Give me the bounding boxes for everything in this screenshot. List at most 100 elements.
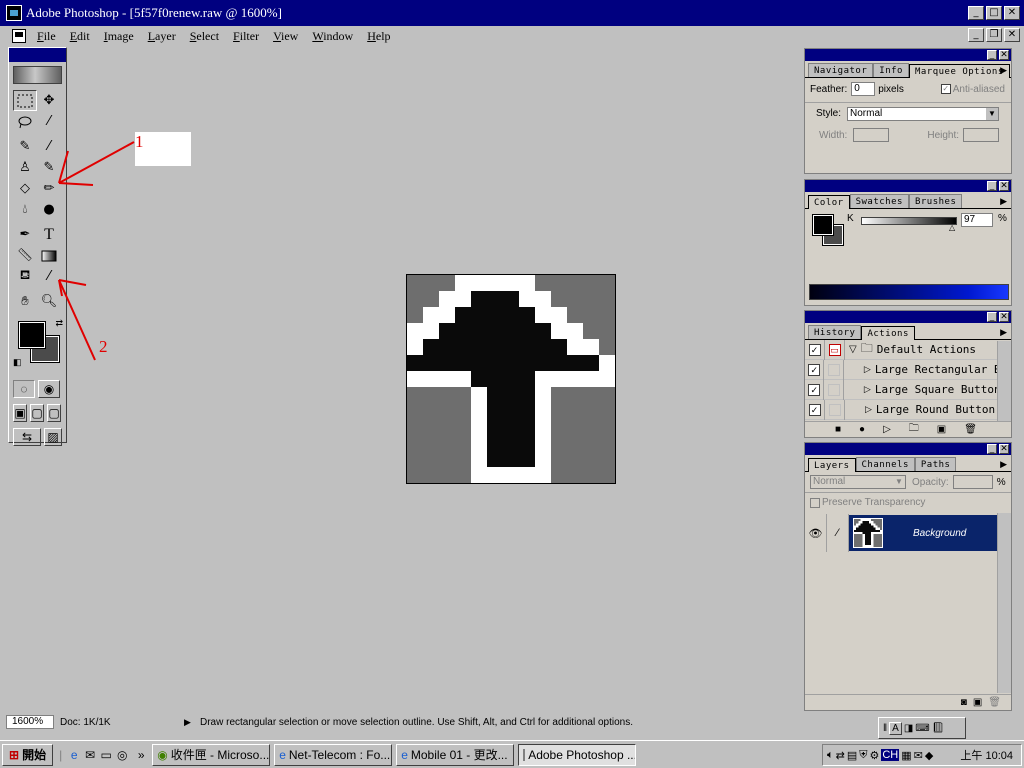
height-input[interactable] — [963, 128, 1000, 142]
monitor-icon[interactable]: ▤ — [847, 749, 857, 762]
record-icon[interactable]: ● — [859, 424, 865, 435]
menu-window[interactable]: Window — [305, 29, 360, 44]
menu-filter[interactable]: Filter — [226, 29, 266, 44]
palette-close-button[interactable]: ✕ — [999, 50, 1009, 60]
palette-minimize-button[interactable]: _ — [987, 50, 997, 60]
collapse-triangle-icon[interactable]: ▷ — [865, 404, 872, 415]
blend-mode-select[interactable]: Normal ▼ — [810, 475, 906, 489]
delete-layer-icon[interactable]: 🗑︎ — [988, 697, 1001, 708]
history-brush-icon[interactable]: ✎ — [37, 157, 61, 178]
palette-title-bar[interactable]: _ ✕ — [805, 311, 1011, 323]
tab-history[interactable]: History — [808, 325, 862, 339]
k-value-input[interactable]: 97 — [961, 213, 993, 227]
palette-menu-arrow-icon[interactable]: ▶ — [1000, 65, 1007, 76]
slider-handle-icon[interactable]: △ — [949, 223, 955, 232]
task-mobile01[interactable]: e Mobile 01 - 更改... — [396, 743, 515, 766]
tab-swatches[interactable]: Swatches — [849, 194, 909, 208]
antivirus-icon[interactable]: ⛨ — [859, 749, 867, 762]
gem-icon[interactable]: ◆ — [925, 749, 933, 762]
menu-select[interactable]: Select — [183, 29, 226, 44]
anti-aliased-checkbox[interactable]: ✓ — [940, 84, 951, 94]
adobe-eye-logo[interactable] — [13, 66, 62, 84]
menu-layer[interactable]: Layer — [141, 29, 183, 44]
new-layer-icon[interactable]: ▣ — [973, 697, 982, 708]
stop-icon[interactable]: ■ — [835, 424, 841, 435]
imageready-icon[interactable]: ▨ — [44, 428, 62, 446]
burn-icon[interactable]: ● — [37, 199, 61, 220]
action-toggle-checkbox[interactable]: ✓ — [808, 403, 821, 416]
preserve-transparency-checkbox[interactable] — [810, 497, 820, 508]
jump-to-imageready-icon[interactable]: ⇆ — [13, 428, 41, 446]
ime-icon[interactable]: ▦ — [901, 749, 911, 762]
screen-mode-full-icon[interactable]: ▢ — [47, 404, 61, 422]
color-fg-swatch[interactable] — [812, 214, 834, 236]
action-set-row[interactable]: ✓ ▭ ▽ 🗀︎ Default Actions — [805, 339, 997, 360]
palette-title-bar[interactable]: _ ✕ — [805, 180, 1011, 192]
k-slider-track[interactable] — [861, 217, 957, 225]
zoom-icon[interactable]: 🔍︎ — [37, 291, 61, 312]
volume-icon[interactable]: 🔈︎ — [827, 749, 834, 762]
ime-indicator[interactable]: CH — [881, 749, 900, 761]
opacity-input[interactable] — [952, 475, 993, 489]
outlook-icon[interactable]: ✉ — [82, 747, 98, 763]
gradient-icon[interactable] — [37, 245, 61, 266]
width-input[interactable] — [853, 128, 890, 142]
palette-menu-arrow-icon[interactable]: ▶ — [1000, 327, 1007, 338]
color-swatches[interactable]: ⇄ ◧ — [13, 318, 63, 368]
close-button[interactable]: ✕ — [1004, 6, 1020, 20]
standard-mode-icon[interactable]: ◌ — [13, 380, 35, 398]
move-icon[interactable]: ✥ — [37, 90, 61, 111]
action-toggle-checkbox[interactable]: ✓ — [808, 343, 821, 356]
tab-layers[interactable]: Layers — [808, 458, 856, 472]
menu-edit[interactable]: Edit — [63, 29, 97, 44]
maximize-button[interactable]: □ — [986, 6, 1002, 20]
visibility-eye-icon[interactable]: 👁︎ — [805, 514, 827, 552]
quicklaunch-more-icon[interactable]: » — [130, 747, 152, 763]
toolbox-title-bar[interactable] — [9, 48, 66, 62]
dialog-toggle-icon[interactable] — [827, 383, 840, 396]
tab-actions[interactable]: Actions — [861, 326, 915, 340]
minimize-button[interactable]: _ — [968, 6, 984, 20]
ime-mode-icon[interactable]: A — [889, 721, 902, 735]
lasso-icon[interactable] — [13, 111, 37, 132]
image-canvas[interactable] — [406, 274, 616, 484]
eyedropper-icon[interactable]: ⁄ — [37, 266, 61, 287]
magic-wand-icon[interactable]: ⁄ — [37, 111, 61, 132]
status-menu-arrow-icon[interactable]: ▶ — [184, 717, 198, 728]
collapse-triangle-icon[interactable]: ▷ — [864, 364, 871, 375]
doc-close-button[interactable]: ✕ — [1004, 28, 1020, 42]
pencil-icon[interactable]: ✏ — [37, 178, 61, 199]
doc-minimize-button[interactable]: _ — [968, 28, 984, 42]
start-button[interactable]: ⊞ 開始 — [2, 743, 54, 766]
palette-title-bar[interactable]: _ ✕ — [805, 443, 1011, 455]
action-row[interactable]: ✓ ▷ Large Round Button — [805, 399, 997, 420]
document-icon[interactable] — [12, 29, 26, 43]
chevron-down-icon[interactable]: ▼ — [893, 476, 905, 488]
task-outlook[interactable]: ◉ 收件匣 - Microso... — [152, 743, 271, 766]
task-net-telecom[interactable]: e Net-Telecom : Fo... — [274, 743, 393, 766]
tab-info[interactable]: Info — [873, 63, 909, 77]
tab-navigator[interactable]: Navigator — [808, 63, 874, 77]
palette-close-button[interactable]: ✕ — [999, 312, 1009, 322]
ime-grip-icon[interactable]: ‖ — [883, 723, 887, 734]
layers-scrollbar[interactable] — [997, 513, 1011, 693]
action-row[interactable]: ✓ ▷ Large Square Button — [805, 379, 997, 400]
dialog-toggle-icon[interactable] — [827, 363, 840, 376]
palette-menu-arrow-icon[interactable]: ▶ — [1000, 459, 1007, 470]
dialog-toggle-icon[interactable]: ▭ — [828, 343, 841, 356]
actions-scrollbar[interactable] — [997, 341, 1011, 421]
zoom-field[interactable]: 1600% — [6, 715, 54, 729]
brush-icon[interactable]: ⁄ — [827, 514, 849, 552]
tab-color[interactable]: Color — [808, 195, 850, 209]
network-icon[interactable]: ⇄ — [836, 749, 845, 762]
action-row[interactable]: ✓ ▷ Large Rectangular B — [805, 359, 997, 380]
action-toggle-checkbox[interactable]: ✓ — [808, 383, 821, 396]
swap-colors-icon[interactable]: ⇄ — [55, 318, 63, 329]
tab-marquee-options[interactable]: Marquee Options — [908, 64, 1010, 78]
palette-minimize-button[interactable]: _ — [987, 312, 997, 322]
trash-icon[interactable]: 🗑︎ — [964, 424, 977, 435]
measure-icon[interactable]: 📏︎ — [13, 245, 37, 266]
palette-minimize-button[interactable]: _ — [987, 444, 997, 454]
mail-icon[interactable]: ✉ — [914, 749, 923, 762]
task-photoshop[interactable]: Adobe Photoshop ... — [518, 743, 637, 766]
